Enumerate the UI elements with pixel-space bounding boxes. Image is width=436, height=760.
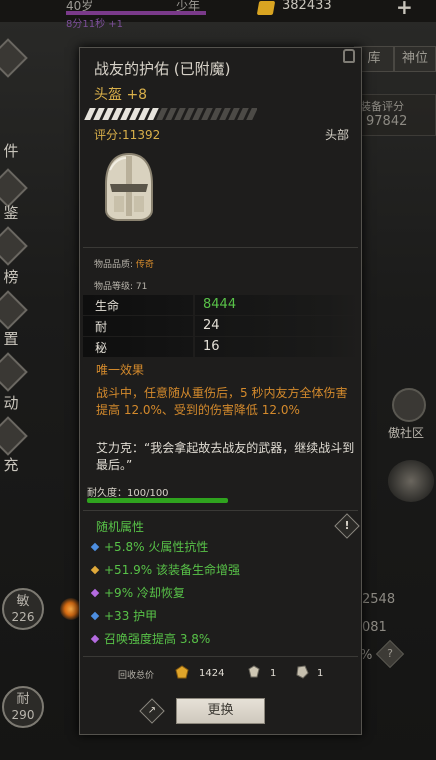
- item-name: 战友的护佑 (已附魔): [94, 60, 231, 78]
- help-icon: ?: [387, 647, 393, 660]
- item-score: 评分:11392: [94, 128, 161, 142]
- left-menu-rail: 件 鉴 榜 置 动 充: [0, 22, 28, 492]
- attribute-text: +9% 冷却恢复: [104, 586, 185, 600]
- attribute-line: +5.8% 火属性抗性: [90, 538, 209, 555]
- stamina-stat: 耐 290: [2, 686, 44, 728]
- attribute-dot-icon: [90, 611, 100, 621]
- rail-item-ranking[interactable]: 榜: [0, 266, 22, 287]
- item-slot-type: 头盔 +8: [94, 87, 148, 103]
- warning-icon: !: [344, 519, 350, 532]
- attribute-dot-icon: [90, 634, 100, 644]
- unique-effect-heading: 唯一效果: [96, 363, 145, 377]
- recycle-gold-value: 1424: [199, 668, 225, 679]
- stat-row: 耐 24: [83, 316, 359, 336]
- equipment-score-value: 97842: [366, 114, 408, 129]
- attribute-dot-icon: [90, 542, 100, 552]
- rail-item-bag[interactable]: 件: [0, 140, 22, 161]
- attribute-text: +33 护甲: [104, 609, 158, 623]
- attribute-line: +33 护甲: [90, 607, 158, 624]
- attribute-text: +51.9% 该装备生命增强: [104, 563, 240, 577]
- swap-equipment-button[interactable]: 更换: [176, 698, 265, 724]
- stone-icon: [296, 665, 309, 679]
- item-equip-slot: 头部: [325, 128, 350, 142]
- stat-row-value: 8444: [203, 297, 237, 312]
- right-stat-value-2: 081: [362, 620, 387, 635]
- quality-label: 物品品质:: [94, 260, 136, 270]
- right-stat-value-1: 2548: [362, 592, 396, 607]
- gold-amount: 382433: [282, 0, 332, 13]
- item-quality: 物品品质: 传奇: [94, 257, 154, 270]
- stat-row-key: 秘: [95, 341, 108, 355]
- stat-row: 秘 16: [83, 337, 359, 357]
- attribute-dot-icon: [90, 565, 100, 575]
- agility-label: 敏: [16, 594, 30, 609]
- lock-icon[interactable]: [343, 49, 355, 63]
- gold-icon: [256, 1, 276, 15]
- stat-row-key: 生命: [95, 299, 120, 313]
- tab-divine[interactable]: 神位: [394, 46, 436, 72]
- attribute-text: +5.8% 火属性抗性: [104, 540, 209, 554]
- share-icon: ↗: [147, 705, 157, 716]
- recycle-stone-value: 1: [317, 668, 324, 679]
- agility-stat: 敏 226: [2, 588, 44, 630]
- rail-item-recharge[interactable]: 充: [0, 454, 22, 475]
- recycle-crystal-value: 1: [270, 668, 277, 679]
- unique-effect-description: 战斗中，任意随从重伤后，5 秒内友方全体伤害提高 12.0%、受到的伤害降低 1…: [96, 386, 348, 417]
- enhance-level-stripes: [83, 108, 257, 120]
- community-label[interactable]: 傲社区: [388, 424, 424, 441]
- divider: [83, 510, 358, 511]
- top-status-bar: 40岁 少年 8分11秒 +1 382433 +: [0, 0, 436, 30]
- durability-label: 耐久度：100/100: [87, 488, 169, 499]
- durability-bar: [87, 498, 228, 503]
- divider: [83, 656, 358, 657]
- quality-value: 传奇: [135, 260, 154, 270]
- attribute-line: 召唤强度提高 3.8%: [90, 630, 211, 647]
- stat-row-value: 24: [203, 318, 220, 333]
- stamina-label: 耐: [16, 692, 30, 707]
- item-flavor-quote: 艾力克：“我会拿起故去战友的武器，继续战斗到最后。”: [96, 441, 355, 472]
- mask-icon[interactable]: [392, 388, 426, 422]
- helmet-icon: [105, 152, 153, 221]
- divider: [83, 247, 358, 248]
- attribute-text: 召唤强度提高 3.8%: [104, 632, 211, 646]
- random-attributes-heading: 随机属性: [96, 520, 145, 534]
- stamina-value: 290: [11, 708, 35, 722]
- rail-item-appraise[interactable]: 鉴: [0, 202, 22, 223]
- item-level: 物品等级: 71: [94, 282, 148, 292]
- stat-row: 生命 8444: [83, 295, 359, 315]
- stat-row-key: 耐: [95, 320, 108, 334]
- add-gold-button[interactable]: +: [396, 0, 413, 19]
- attribute-dot-icon: [90, 588, 100, 598]
- rail-item-event[interactable]: 动: [0, 392, 22, 413]
- attribute-line: +51.9% 该装备生命增强: [90, 561, 240, 578]
- agility-value: 226: [11, 610, 35, 624]
- attribute-line: +9% 冷却恢复: [90, 584, 185, 601]
- timer-label: 8分11秒 +1: [66, 19, 124, 30]
- crystal-icon: [248, 665, 260, 678]
- equipment-score-label: 装备评分: [360, 100, 404, 113]
- gold-ore-icon: [175, 665, 189, 679]
- recycle-label: 回收总价: [118, 671, 155, 681]
- rail-item-settings[interactable]: 置: [0, 328, 22, 349]
- stat-row-value: 16: [203, 339, 220, 354]
- rank-emblem-icon[interactable]: [388, 460, 434, 502]
